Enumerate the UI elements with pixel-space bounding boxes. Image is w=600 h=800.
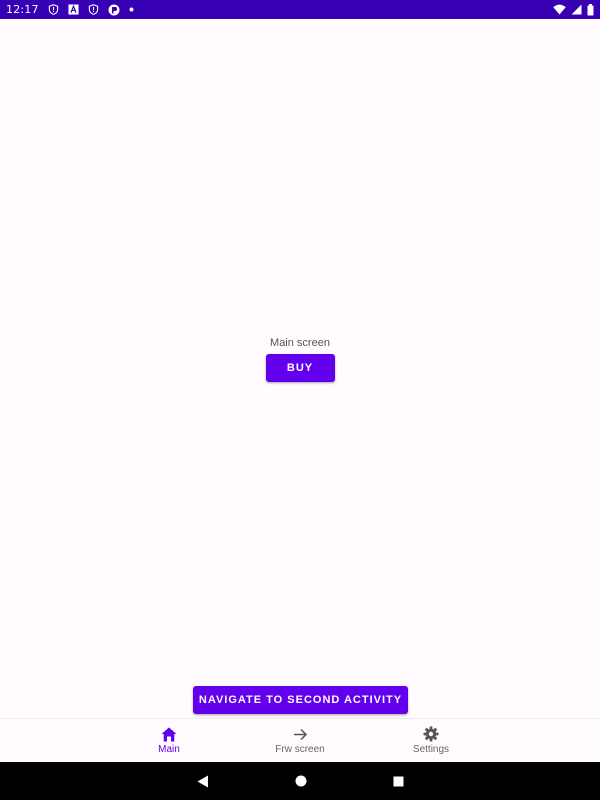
home-circle-icon[interactable] (295, 775, 307, 787)
recents-icon[interactable] (393, 776, 404, 787)
font-a-icon (68, 4, 79, 15)
dot-icon (129, 7, 134, 12)
bottom-nav-item-settings[interactable]: Settings (366, 719, 497, 762)
wifi-icon (553, 4, 566, 15)
shield-alert-icon (88, 4, 99, 15)
bottom-nav-item-main[interactable]: Main (104, 719, 235, 762)
battery-icon (587, 3, 594, 16)
shield-alert-icon (48, 4, 59, 15)
bottom-nav-label-main: Main (158, 743, 180, 755)
gear-icon (423, 726, 439, 742)
status-bar: 12:17 (0, 0, 600, 19)
bottom-nav-label-frw-screen: Frw screen (275, 743, 325, 755)
navigate-to-second-activity-button[interactable]: NAVIGATE TO SECOND ACTIVITY (193, 686, 408, 714)
arrow-right-icon (293, 727, 308, 742)
center-block: Main screen BUY (0, 337, 600, 382)
bottom-nav-item-frw-screen[interactable]: Frw screen (235, 719, 366, 762)
buy-button[interactable]: BUY (265, 354, 335, 382)
main-screen-label: Main screen (270, 337, 330, 349)
status-time: 12:17 (6, 3, 39, 16)
bottom-navigation: Main Frw screen Settings (0, 718, 600, 762)
app-badge-icon (108, 4, 120, 16)
status-right (553, 3, 594, 16)
system-navigation-bar (0, 762, 600, 800)
signal-icon (571, 4, 582, 15)
status-left: 12:17 (6, 3, 134, 16)
main-content: Main screen BUY (0, 19, 600, 718)
bottom-nav-label-settings: Settings (412, 744, 450, 755)
back-icon[interactable] (197, 775, 209, 788)
home-icon (161, 727, 177, 742)
